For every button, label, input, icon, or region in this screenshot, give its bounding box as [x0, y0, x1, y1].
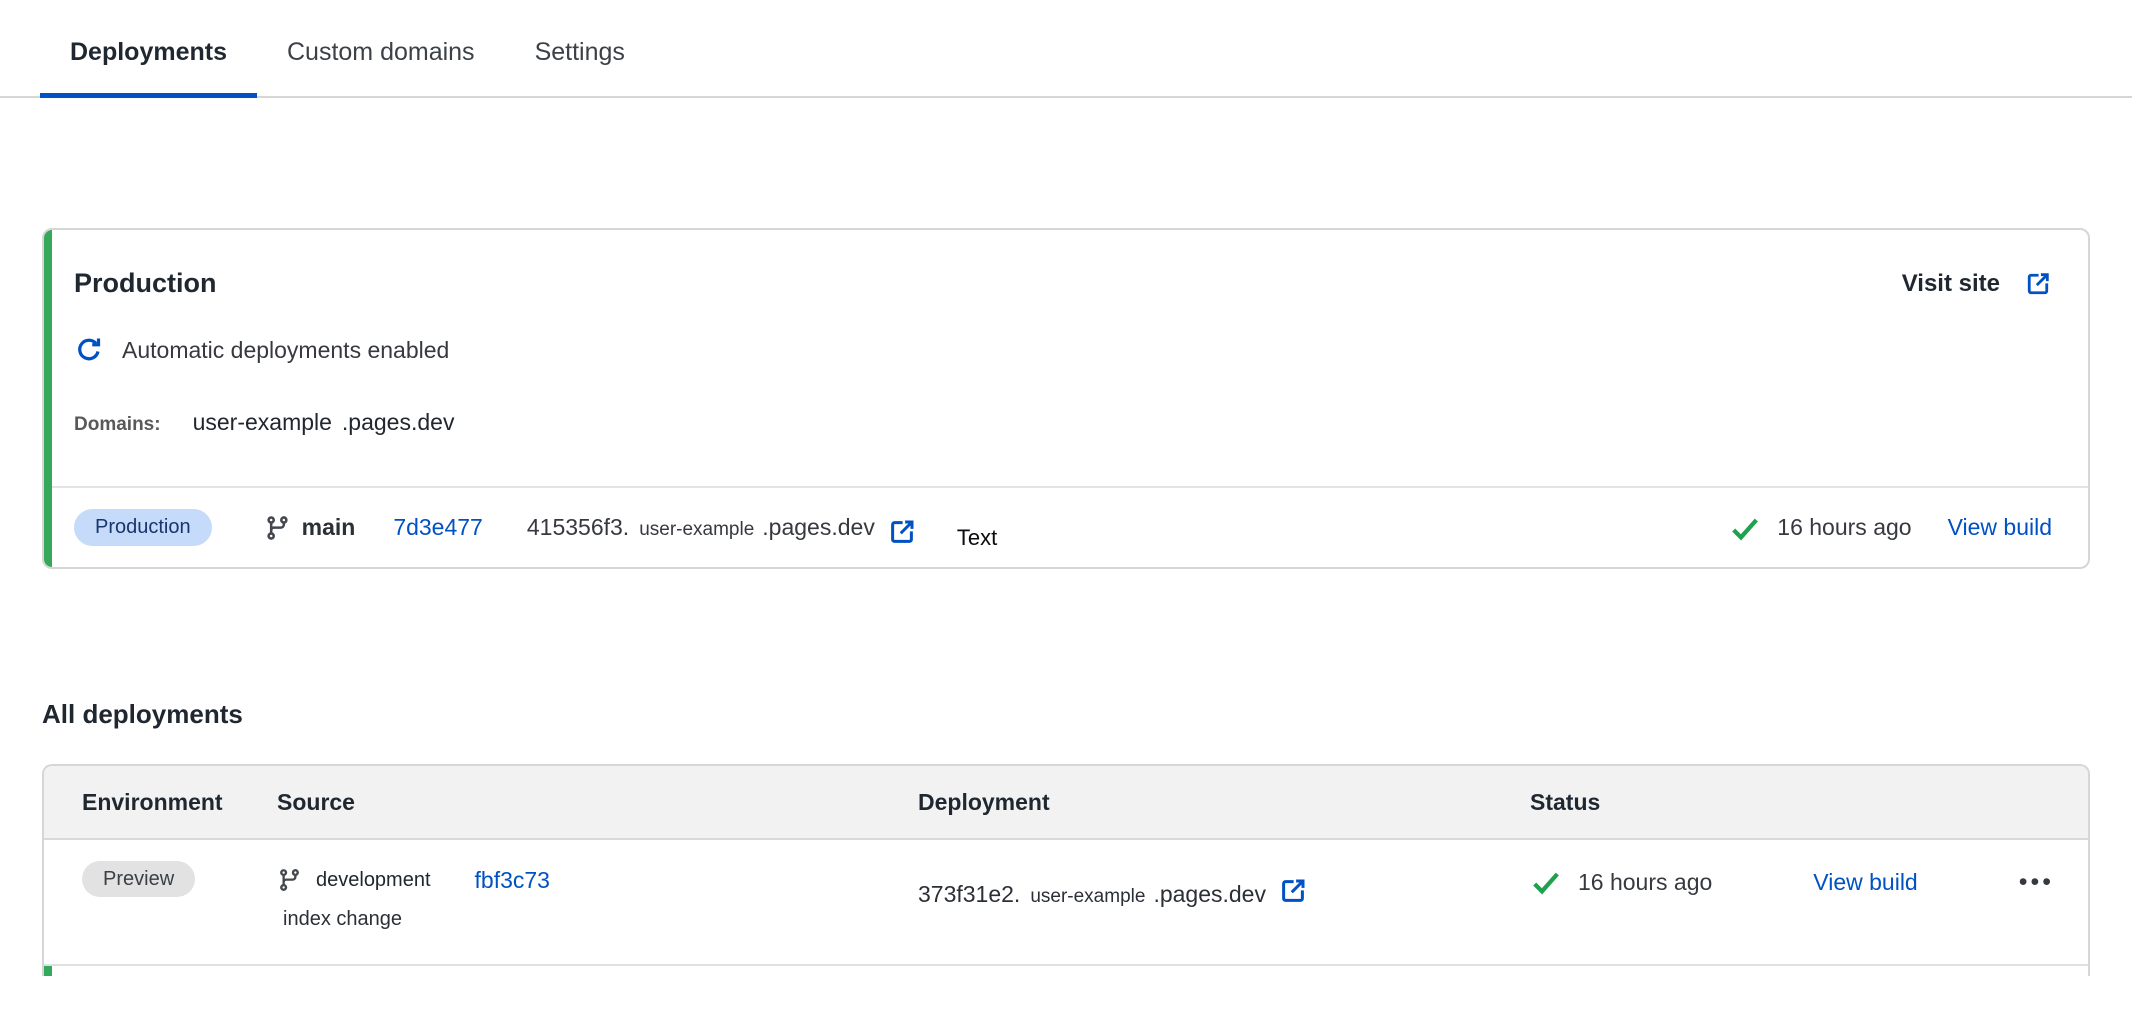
tab-deployments[interactable]: Deployments: [40, 0, 257, 98]
deployment-suffix: .pages.dev: [1153, 881, 1266, 908]
table-row: Preview development fbf3c73 index change…: [44, 840, 2088, 966]
visit-site-link[interactable]: Visit site: [1902, 270, 2052, 298]
column-environment: Environment: [82, 789, 277, 816]
deployment-external-link-icon[interactable]: [887, 517, 917, 547]
commit-message: index change: [283, 908, 918, 931]
production-deployment-row: Production main 7d3e477 415356f3. user-e…: [44, 486, 2088, 567]
view-build-link[interactable]: View build: [1948, 514, 2052, 541]
deploy-time: 16 hours ago: [1578, 869, 1712, 896]
view-build-link[interactable]: View build: [1813, 869, 1917, 896]
environment-badge-preview: Preview: [82, 861, 195, 897]
domains-label: Domains:: [74, 414, 161, 436]
deployment-host: user-example: [1030, 886, 1145, 908]
deployment-host: user-example: [639, 519, 754, 541]
tab-settings[interactable]: Settings: [505, 0, 655, 98]
tab-bar: Deployments Custom domains Settings: [0, 0, 2132, 98]
production-card: Production Visit site Automa: [42, 228, 2090, 569]
column-status: Status: [1530, 789, 2088, 816]
external-link-icon: [2024, 270, 2052, 298]
auto-deploy-icon: [74, 335, 104, 365]
success-check-icon: [1530, 866, 1562, 898]
commit-link[interactable]: 7d3e477: [393, 514, 483, 541]
auto-deploy-text: Automatic deployments enabled: [122, 337, 449, 364]
row-menu-icon[interactable]: •••: [2019, 868, 2054, 897]
all-deployments-title: All deployments: [42, 699, 2132, 730]
visit-site-label: Visit site: [1902, 270, 2000, 298]
commit-link[interactable]: fbf3c73: [475, 867, 550, 894]
production-card-title: Production: [74, 268, 217, 299]
deployment-external-link-icon[interactable]: [1278, 876, 1308, 906]
success-check-icon: [1729, 512, 1761, 544]
deployments-table-header: Environment Source Deployment Status: [44, 766, 2088, 840]
environment-badge-production: Production: [74, 509, 212, 546]
deployment-suffix: .pages.dev: [762, 514, 875, 541]
git-branch-icon: [277, 866, 302, 894]
domain-suffix: .pages.dev: [342, 409, 455, 436]
branch-name: main: [302, 514, 356, 541]
tab-custom-domains[interactable]: Custom domains: [257, 0, 505, 98]
note-text: Text: [957, 525, 997, 551]
git-branch-icon: [264, 513, 291, 543]
deploy-time: 16 hours ago: [1777, 514, 1911, 541]
domain-name: user-example: [193, 409, 332, 436]
column-deployment: Deployment: [918, 789, 1530, 816]
production-indicator-bar: [44, 230, 52, 567]
deployments-table: Environment Source Deployment Status Pre…: [42, 764, 2090, 976]
next-row-indicator-bar: [44, 966, 52, 976]
deployment-id: 415356f3.: [527, 514, 629, 541]
deployment-id: 373f31e2.: [918, 881, 1020, 908]
branch-name: development: [316, 869, 431, 892]
column-source: Source: [277, 789, 918, 816]
